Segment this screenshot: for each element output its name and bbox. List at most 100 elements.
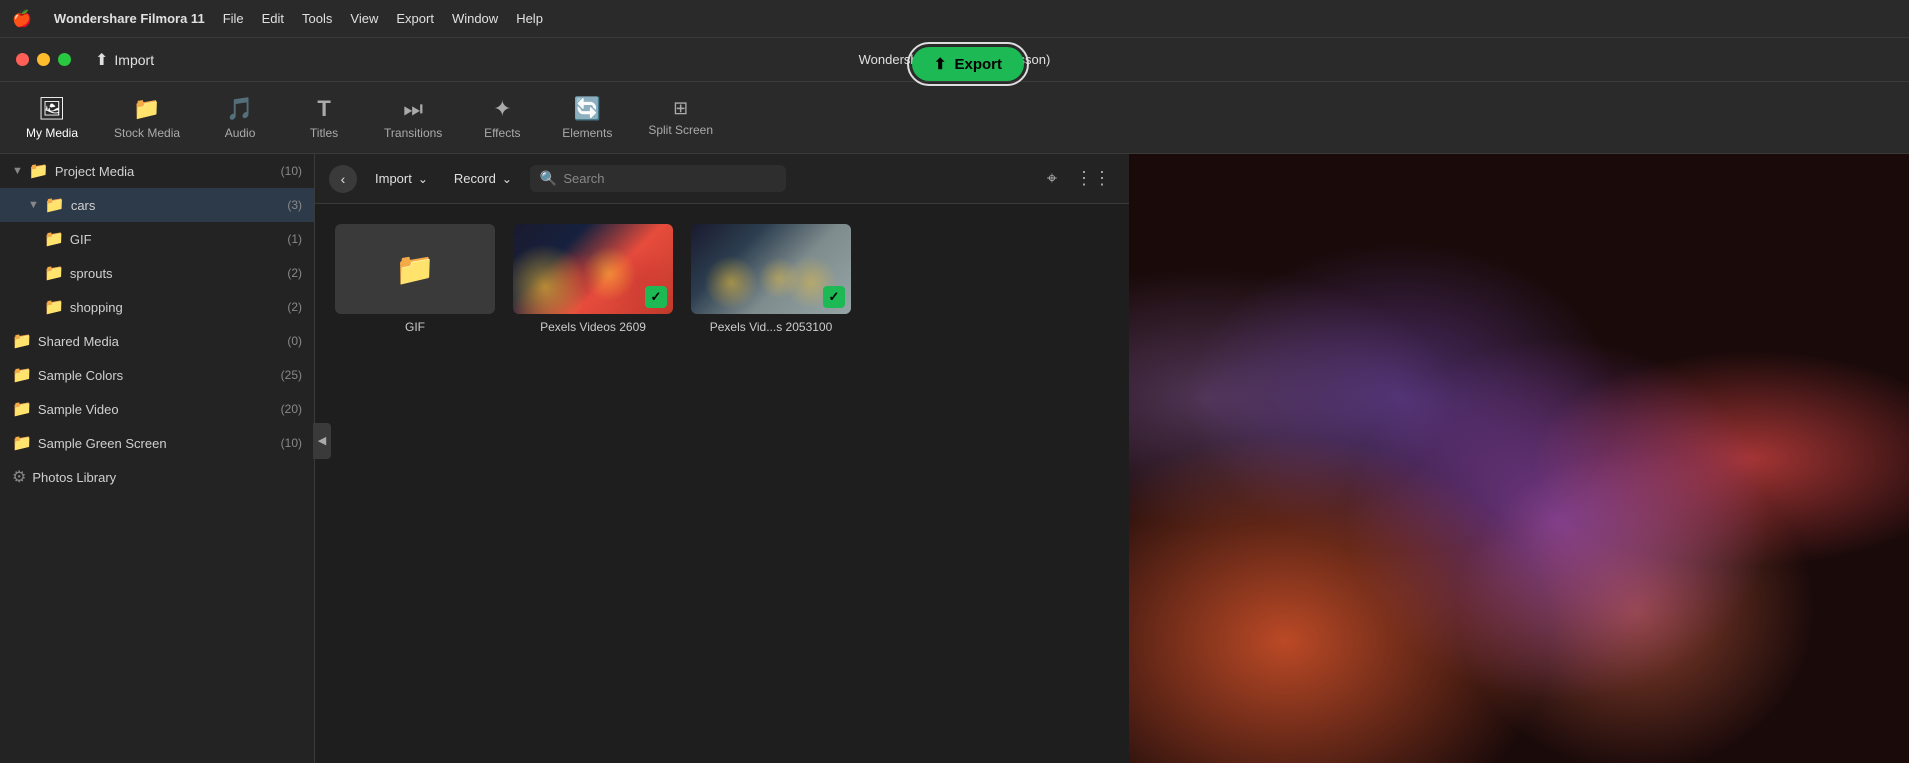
project-media-count: (10) xyxy=(281,164,302,178)
nav-effects-label: Effects xyxy=(484,126,520,140)
gif-label: GIF xyxy=(70,232,92,247)
sample-green-screen-folder-icon: 📁 xyxy=(12,433,32,453)
export-label: Export xyxy=(954,56,1002,73)
split-screen-icon: ⊞ xyxy=(673,98,688,119)
pexels1-thumb: ✓ xyxy=(513,224,673,314)
cars-folder-icon: 📁 xyxy=(45,195,65,215)
gif-item-label: GIF xyxy=(335,320,495,334)
main-layout: ▼ 📁 Project Media (10) ▼ 📁 cars (3) 📁 GI… xyxy=(0,154,1909,763)
pexels2-check-badge: ✓ xyxy=(823,286,845,308)
media-item-gif[interactable]: 📁 GIF xyxy=(335,224,495,334)
media-item-pexels2[interactable]: ✓ Pexels Vid...s 2053100 xyxy=(691,224,851,334)
pexels2-label: Pexels Vid...s 2053100 xyxy=(691,320,851,334)
chevron-down-icon-cars: ▼ xyxy=(28,199,39,211)
search-bar[interactable]: 🔍 xyxy=(530,165,786,192)
nav-my-media-label: My Media xyxy=(26,126,78,140)
sample-colors-label: Sample Colors xyxy=(38,368,123,383)
nav-audio-label: Audio xyxy=(225,126,256,140)
preview-area xyxy=(1129,154,1909,763)
photos-library-gear-icon: ⚙ xyxy=(12,467,26,487)
sidebar-item-sample-video[interactable]: 📁 Sample Video (20) xyxy=(0,392,314,426)
menu-export[interactable]: Export xyxy=(396,11,434,26)
nav-transitions-label: Transitions xyxy=(384,126,442,140)
pexels1-check-badge: ✓ xyxy=(645,286,667,308)
shared-media-count: (0) xyxy=(287,334,302,348)
filter-button[interactable]: ⌖ xyxy=(1043,164,1061,193)
close-button[interactable] xyxy=(16,53,29,66)
sidebar-item-project-media[interactable]: ▼ 📁 Project Media (10) xyxy=(0,154,314,188)
nav-transitions[interactable]: ⏭ Transitions xyxy=(368,88,458,148)
record-dropdown-button[interactable]: Record ⌄ xyxy=(446,167,520,190)
shopping-count: (2) xyxy=(287,300,302,314)
grid-view-button[interactable]: ⋮⋮ xyxy=(1071,164,1115,193)
sidebar-item-cars[interactable]: ▼ 📁 cars (3) xyxy=(0,188,314,222)
export-highlight-box: ⬆ Export xyxy=(907,42,1029,86)
nav-effects[interactable]: ✦ Effects xyxy=(462,88,542,148)
nav-audio[interactable]: 🎵 Audio xyxy=(200,88,280,148)
preview-bokeh-background xyxy=(1129,154,1909,763)
content-area: ‹ Import ⌄ Record ⌄ 🔍 ⌖ ⋮⋮ xyxy=(315,154,1129,763)
menu-window[interactable]: Window xyxy=(452,11,498,26)
back-button[interactable]: ‹ xyxy=(329,165,357,193)
import-icon: ⬆ xyxy=(95,50,108,70)
menu-file[interactable]: File xyxy=(223,11,244,26)
menu-view[interactable]: View xyxy=(350,11,378,26)
photos-library-label: Photos Library xyxy=(32,470,116,485)
sprouts-label: sprouts xyxy=(70,266,113,281)
menu-edit[interactable]: Edit xyxy=(262,11,284,26)
nav-stock-media-label: Stock Media xyxy=(114,126,180,140)
nav-titles-label: Titles xyxy=(310,126,338,140)
export-button[interactable]: ⬆ Export xyxy=(912,47,1024,81)
menu-bar: 🍎 Wondershare Filmora 11 File Edit Tools… xyxy=(0,0,1909,38)
sample-colors-folder-icon: 📁 xyxy=(12,365,32,385)
media-item-pexels1[interactable]: ✓ Pexels Videos 2609 xyxy=(513,224,673,334)
nav-split-screen[interactable]: ⊞ Split Screen xyxy=(632,90,729,145)
media-grid: 📁 GIF ✓ Pexels Videos 2609 ✓ Pexels Vid.… xyxy=(315,204,1129,763)
sidebar: ▼ 📁 Project Media (10) ▼ 📁 cars (3) 📁 GI… xyxy=(0,154,315,763)
sidebar-item-shared-media[interactable]: 📁 Shared Media (0) xyxy=(0,324,314,358)
traffic-lights xyxy=(16,53,71,66)
search-input[interactable] xyxy=(563,171,776,186)
sprouts-count: (2) xyxy=(287,266,302,280)
sample-colors-count: (25) xyxy=(281,368,302,382)
sidebar-item-photos-library[interactable]: ⚙ Photos Library xyxy=(0,460,314,494)
import-label: Import xyxy=(114,52,154,68)
minimize-button[interactable] xyxy=(37,53,50,66)
nav-my-media[interactable]: 🖼 My Media xyxy=(10,88,94,148)
import-dropdown-button[interactable]: Import ⌄ xyxy=(367,167,436,190)
sidebar-item-sample-green-screen[interactable]: 📁 Sample Green Screen (10) xyxy=(0,426,314,460)
gif-count: (1) xyxy=(287,232,302,246)
sidebar-item-gif[interactable]: 📁 GIF (1) xyxy=(0,222,314,256)
record-chevron-icon: ⌄ xyxy=(502,172,512,186)
nav-titles[interactable]: T Titles xyxy=(284,88,364,148)
content-toolbar: ‹ Import ⌄ Record ⌄ 🔍 ⌖ ⋮⋮ xyxy=(315,154,1129,204)
shared-media-folder-icon: 📁 xyxy=(12,331,32,351)
menu-help[interactable]: Help xyxy=(516,11,543,26)
titles-icon: T xyxy=(317,96,330,122)
sidebar-collapse-button[interactable]: ◀ xyxy=(313,423,331,459)
elements-icon: 🔄 xyxy=(574,96,601,122)
sample-video-label: Sample Video xyxy=(38,402,119,417)
title-bar: ⬆ Import Wondershare Filmora 11 (lesson)… xyxy=(0,38,1909,82)
pexels2-thumb: ✓ xyxy=(691,224,851,314)
pexels1-label: Pexels Videos 2609 xyxy=(513,320,673,334)
sprouts-folder-icon: 📁 xyxy=(44,263,64,283)
sidebar-item-shopping[interactable]: 📁 shopping (2) xyxy=(0,290,314,324)
app-name: Wondershare Filmora 11 xyxy=(54,11,205,26)
transitions-icon: ⏭ xyxy=(403,96,423,122)
project-media-folder-icon: 📁 xyxy=(29,161,49,181)
nav-elements[interactable]: 🔄 Elements xyxy=(546,88,628,148)
filter-icon: ⌖ xyxy=(1047,168,1057,188)
nav-toolbar: 🖼 My Media 📁 Stock Media 🎵 Audio T Title… xyxy=(0,82,1909,154)
menu-tools[interactable]: Tools xyxy=(302,11,332,26)
maximize-button[interactable] xyxy=(58,53,71,66)
audio-icon: 🎵 xyxy=(226,96,253,122)
nav-elements-label: Elements xyxy=(562,126,612,140)
cars-label: cars xyxy=(71,198,96,213)
sidebar-item-sprouts[interactable]: 📁 sprouts (2) xyxy=(0,256,314,290)
chevron-down-icon: ▼ xyxy=(12,165,23,177)
sidebar-item-sample-colors[interactable]: 📁 Sample Colors (25) xyxy=(0,358,314,392)
nav-stock-media[interactable]: 📁 Stock Media xyxy=(98,88,196,148)
import-button[interactable]: ⬆ Import xyxy=(95,50,154,70)
export-share-icon: ⬆ xyxy=(934,55,947,73)
